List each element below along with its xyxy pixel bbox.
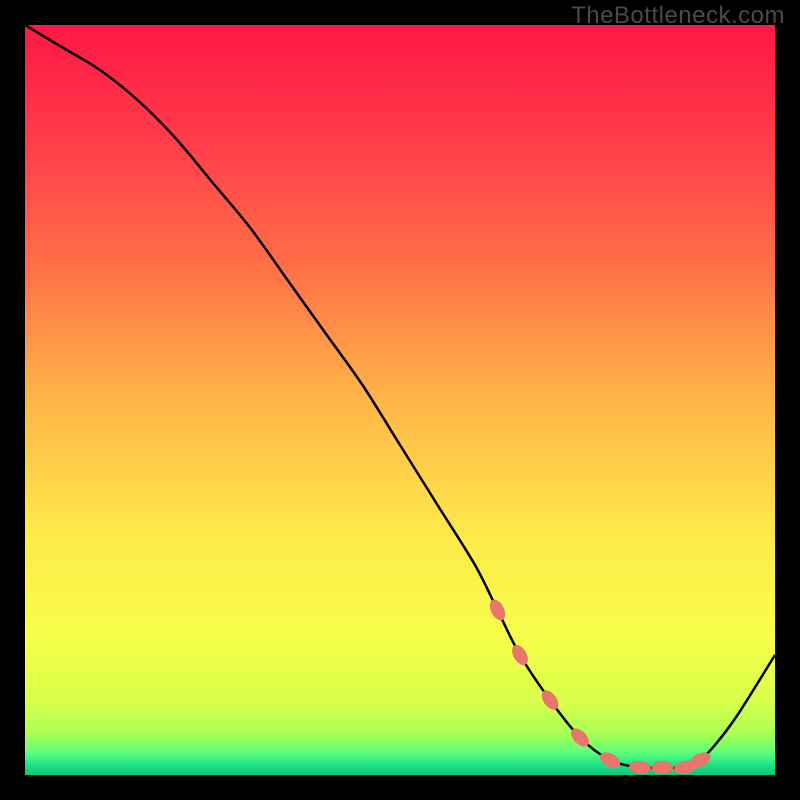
curve-marker [597,749,622,770]
watermark-text: TheBottleneck.com [571,2,785,30]
curve-marker [487,597,508,622]
curve-marker [538,687,561,712]
plot-area [25,25,775,775]
curve-marker [509,642,531,668]
bottleneck-curve [25,25,775,768]
curve-marker [652,761,674,774]
chart-container: TheBottleneck.com [0,0,800,800]
curve-marker [628,760,652,775]
curve-layer [25,25,775,775]
curve-markers [487,597,713,775]
